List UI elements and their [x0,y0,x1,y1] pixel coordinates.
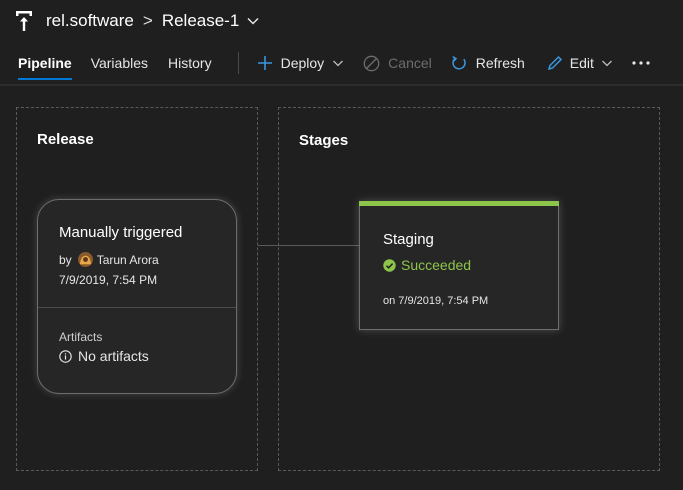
breadcrumb-separator: > [142,11,153,30]
release-trigger-title: Manually triggered [59,224,183,241]
chevron-down-icon[interactable] [246,14,260,28]
release-author-name: Tarun Arora [96,252,159,267]
breadcrumb-release[interactable]: Release-1 [162,11,240,31]
stage-status-text: Succeeded [401,257,472,273]
info-icon [59,349,72,363]
chevron-down-icon [333,60,344,67]
by-label: by [59,252,72,267]
toolbar-divider [237,52,239,74]
deploy-button[interactable]: Deploy [257,44,345,82]
tab-pipeline[interactable]: Pipeline [18,44,72,82]
artifacts-label: Artifacts [59,330,103,344]
no-artifacts-text: No artifacts [78,348,149,364]
refresh-button[interactable]: Refresh [451,44,525,82]
tab-history-label: History [168,55,212,71]
tab-history[interactable]: History [168,44,212,82]
more-actions-button[interactable] [631,44,651,82]
more-icon [632,61,650,65]
stage-date: on 7/9/2019, 7:54 PM [383,295,489,307]
release-author-line: by Tarun Arora [59,252,159,267]
tab-pipeline-label: Pipeline [18,55,72,71]
card-divider [38,307,236,308]
deploy-label: Deploy [280,55,325,71]
breadcrumb: rel.software > Release-1 [14,8,260,34]
stage-status-bar [359,201,559,206]
chevron-down-icon [601,60,612,67]
header-divider [0,84,683,86]
refresh-icon [452,55,466,70]
avatar [77,252,93,267]
stages-panel-title: Stages [299,132,349,149]
tab-variables-label: Variables [90,55,149,71]
stage-status: Succeeded [383,257,471,273]
cancel-icon [363,55,380,71]
refresh-label: Refresh [475,55,525,71]
pencil-icon [547,55,562,71]
toolbar: Pipeline Variables History Deploy Cancel… [0,44,683,82]
stage-card-staging[interactable]: Staging Succeeded on 7/9/2019, 7:54 PM [359,201,559,330]
release-date: 7/9/2019, 7:54 PM [59,273,158,287]
edit-label: Edit [569,55,594,71]
release-panel-title: Release [37,131,94,148]
breadcrumb-project[interactable]: rel.software [46,11,134,31]
pipeline-release-icon [16,11,32,31]
edit-button[interactable]: Edit [547,44,613,82]
tab-variables[interactable]: Variables [91,44,148,82]
cancel-label: Cancel [388,55,432,71]
cancel-button[interactable]: Cancel [363,44,432,82]
stage-name: Staging [383,231,434,248]
release-stage-connector [258,245,359,246]
plus-icon [257,56,272,70]
success-check-icon [383,258,396,272]
release-card[interactable]: Manually triggered by Tarun Arora 7/9/20… [37,199,237,394]
no-artifacts-message: No artifacts [59,348,149,364]
